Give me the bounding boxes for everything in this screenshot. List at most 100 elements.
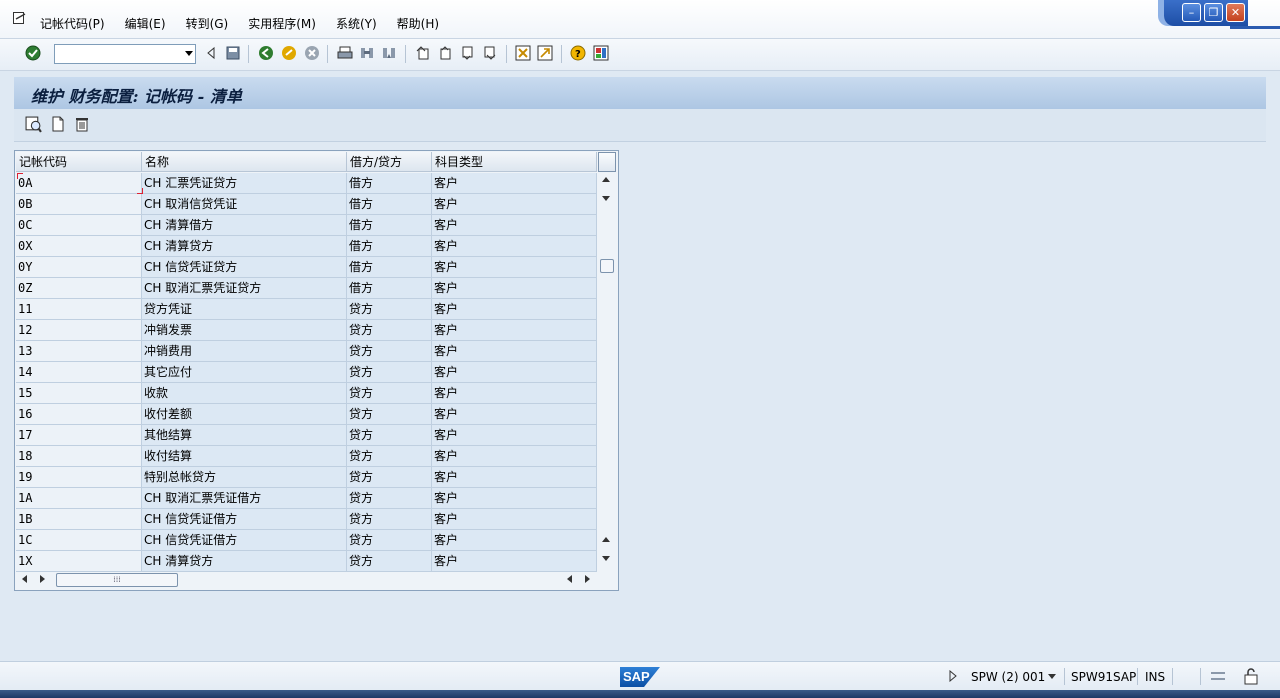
posting-key-cell[interactable]: 18 — [16, 446, 142, 467]
name-cell[interactable]: CH 汇票凭证贷方 — [142, 173, 347, 194]
column-settings-button[interactable] — [598, 152, 616, 172]
posting-key-cell[interactable]: 0B — [16, 194, 142, 215]
enter-check-icon[interactable] — [25, 45, 41, 61]
table-row[interactable]: 1A CH 取消汇票凭证借方 贷方 客户 — [16, 488, 597, 509]
name-cell[interactable]: CH 信贷凭证借方 — [142, 509, 347, 530]
posting-key-cell[interactable]: 1C — [16, 530, 142, 551]
menu-item-2[interactable]: 转到(G) — [186, 15, 229, 32]
chevron-down-icon[interactable] — [1047, 673, 1057, 680]
name-cell[interactable]: CH 清算借方 — [142, 215, 347, 236]
scroll-page-up-icon[interactable] — [602, 537, 610, 542]
debit-credit-cell[interactable]: 贷方 — [347, 488, 432, 509]
lock-icon[interactable] — [1243, 667, 1259, 685]
column-header-3[interactable]: 科目类型 — [432, 152, 597, 172]
back-icon[interactable] — [258, 45, 274, 61]
close-button[interactable]: ✕ — [1226, 3, 1245, 22]
account-type-cell[interactable]: 客户 — [432, 383, 597, 404]
debit-credit-cell[interactable]: 借方 — [347, 257, 432, 278]
menu-icon[interactable] — [13, 12, 27, 24]
account-type-cell[interactable]: 客户 — [432, 362, 597, 383]
command-field[interactable] — [54, 44, 196, 64]
account-type-cell[interactable]: 客户 — [432, 215, 597, 236]
scroll-down-icon[interactable] — [602, 196, 610, 201]
first-page-icon[interactable] — [415, 45, 431, 61]
posting-key-cell[interactable]: 16 — [16, 404, 142, 425]
horizontal-scroll-thumb[interactable]: ⁞⁞⁞ — [56, 573, 178, 587]
posting-key-cell[interactable]: 0Y — [16, 257, 142, 278]
account-type-cell[interactable]: 客户 — [432, 425, 597, 446]
table-row[interactable]: 0Z CH 取消汇票凭证贷方 借方 客户 — [16, 278, 597, 299]
posting-key-cell[interactable]: 0A — [16, 173, 142, 194]
posting-key-cell[interactable]: 0C — [16, 215, 142, 236]
column-header-1[interactable]: 名称 — [142, 152, 347, 172]
name-cell[interactable]: CH 清算贷方 — [142, 236, 347, 257]
name-cell[interactable]: 收付差额 — [142, 404, 347, 425]
status-toggle-icon[interactable] — [948, 670, 958, 682]
scroll-far-right-icon[interactable] — [585, 575, 590, 583]
find-next-icon[interactable] — [381, 45, 397, 61]
scroll-right-icon[interactable] — [40, 575, 45, 583]
table-row[interactable]: 14 其它应付 贷方 客户 — [16, 362, 597, 383]
debit-credit-cell[interactable]: 贷方 — [347, 551, 432, 572]
name-cell[interactable]: CH 清算贷方 — [142, 551, 347, 572]
debit-credit-cell[interactable]: 贷方 — [347, 530, 432, 551]
debit-credit-cell[interactable]: 借方 — [347, 236, 432, 257]
menu-item-0[interactable]: 记帐代码(P) — [40, 15, 105, 32]
previous-page-icon[interactable] — [437, 45, 453, 61]
name-cell[interactable]: 收款 — [142, 383, 347, 404]
name-cell[interactable]: CH 取消汇票凭证借方 — [142, 488, 347, 509]
account-type-cell[interactable]: 客户 — [432, 236, 597, 257]
debit-credit-cell[interactable]: 贷方 — [347, 404, 432, 425]
vertical-scroll-thumb[interactable] — [600, 259, 614, 273]
next-page-icon[interactable] — [459, 45, 475, 61]
scroll-left-icon[interactable] — [22, 575, 27, 583]
customize-layout-icon[interactable] — [593, 45, 609, 61]
account-type-cell[interactable]: 客户 — [432, 257, 597, 278]
table-row[interactable]: 1X CH 清算贷方 贷方 客户 — [16, 551, 597, 572]
account-type-cell[interactable]: 客户 — [432, 320, 597, 341]
posting-key-cell[interactable]: 11 — [16, 299, 142, 320]
debit-credit-cell[interactable]: 贷方 — [347, 299, 432, 320]
menu-item-4[interactable]: 系统(Y) — [336, 15, 377, 32]
name-cell[interactable]: 特别总帐贷方 — [142, 467, 347, 488]
scroll-page-down-icon[interactable] — [602, 556, 610, 561]
debit-credit-cell[interactable]: 借方 — [347, 215, 432, 236]
debit-credit-cell[interactable]: 贷方 — [347, 509, 432, 530]
debit-credit-cell[interactable]: 借方 — [347, 278, 432, 299]
name-cell[interactable]: CH 信贷凭证贷方 — [142, 257, 347, 278]
table-row[interactable]: 13 冲销费用 贷方 客户 — [16, 341, 597, 362]
table-row[interactable]: 0Y CH 信贷凭证贷方 借方 客户 — [16, 257, 597, 278]
table-row[interactable]: 19 特别总帐贷方 贷方 客户 — [16, 467, 597, 488]
table-row[interactable]: 0C CH 清算借方 借方 客户 — [16, 215, 597, 236]
scroll-far-left-icon[interactable] — [567, 575, 572, 583]
posting-key-cell[interactable]: 13 — [16, 341, 142, 362]
account-type-cell[interactable]: 客户 — [432, 404, 597, 425]
menu-item-3[interactable]: 实用程序(M) — [248, 15, 316, 32]
debit-credit-cell[interactable]: 贷方 — [347, 362, 432, 383]
table-row[interactable]: 1B CH 信贷凭证借方 贷方 客户 — [16, 509, 597, 530]
account-type-cell[interactable]: 客户 — [432, 467, 597, 488]
table-row[interactable]: 11 贷方凭证 贷方 客户 — [16, 299, 597, 320]
account-type-cell[interactable]: 客户 — [432, 551, 597, 572]
posting-key-cell[interactable]: 19 — [16, 467, 142, 488]
name-cell[interactable]: 其它应付 — [142, 362, 347, 383]
account-type-cell[interactable]: 客户 — [432, 530, 597, 551]
column-header-0[interactable]: 记帐代码 — [16, 152, 142, 172]
name-cell[interactable]: 冲销发票 — [142, 320, 347, 341]
account-type-cell[interactable]: 客户 — [432, 194, 597, 215]
account-type-cell[interactable]: 客户 — [432, 509, 597, 530]
last-page-icon[interactable] — [481, 45, 497, 61]
table-row[interactable]: 17 其他结算 贷方 客户 — [16, 425, 597, 446]
table-row[interactable]: 15 收款 贷方 客户 — [16, 383, 597, 404]
debit-credit-cell[interactable]: 贷方 — [347, 467, 432, 488]
account-type-cell[interactable]: 客户 — [432, 446, 597, 467]
vertical-scrollbar[interactable] — [598, 173, 616, 571]
create-session-icon[interactable] — [515, 45, 531, 61]
chevron-down-icon[interactable] — [185, 51, 193, 56]
help-icon[interactable]: ? — [570, 45, 586, 61]
scroll-up-icon[interactable] — [602, 177, 610, 182]
table-row[interactable]: 0B CH 取消信贷凭证 借方 客户 — [16, 194, 597, 215]
debit-credit-cell[interactable]: 借方 — [347, 173, 432, 194]
exit-icon[interactable] — [281, 45, 297, 61]
horizontal-scrollbar[interactable]: ⁞⁞⁞ — [16, 571, 617, 588]
